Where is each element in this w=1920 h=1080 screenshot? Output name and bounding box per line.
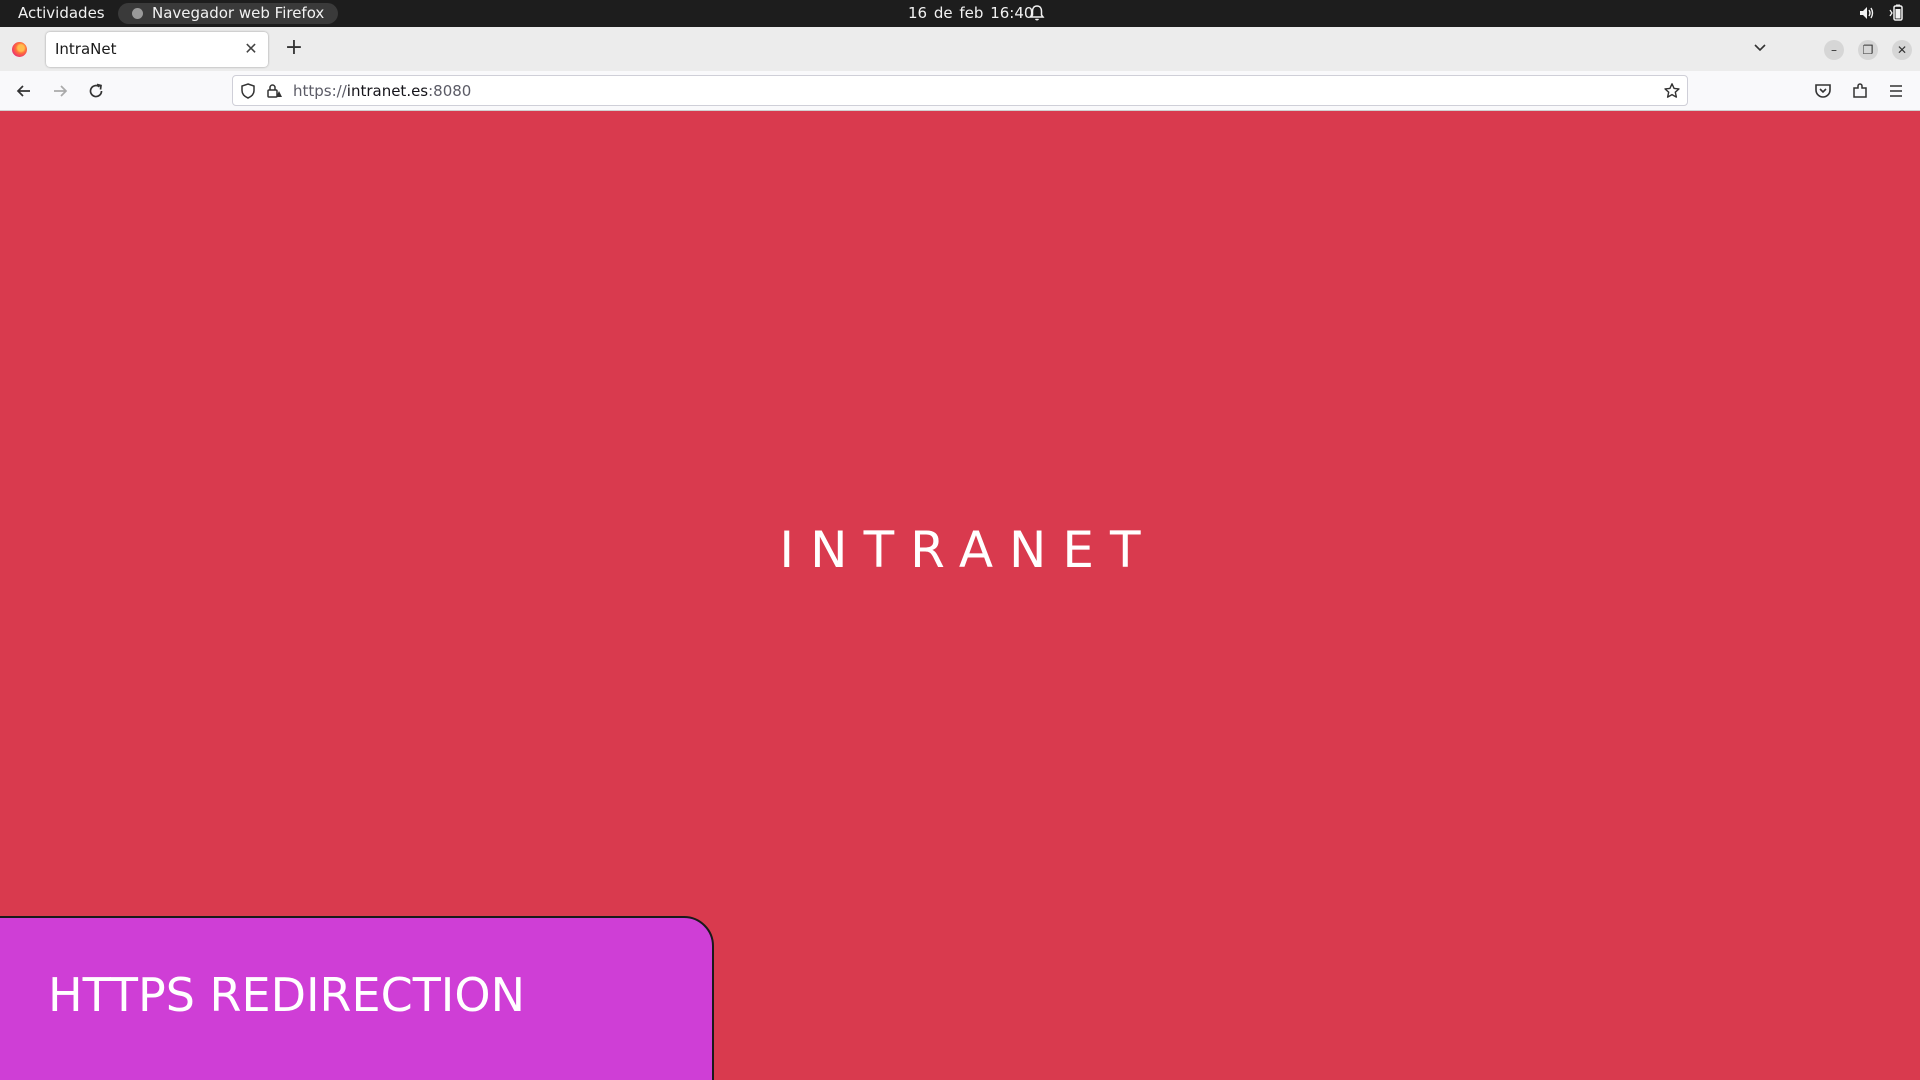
clock-date: 16 de feb — [908, 4, 984, 22]
clock[interactable]: 16 de feb 16:40 — [908, 4, 1033, 22]
tab-strip: IntraNet ✕ + – ❐ ✕ — [0, 27, 1920, 71]
app-menu-label: Navegador web Firefox — [152, 4, 325, 22]
pocket-icon[interactable] — [1813, 81, 1833, 101]
url-text: https://intranet.es:8080 — [293, 82, 471, 100]
extensions-puzzle-icon[interactable] — [1850, 81, 1870, 101]
firefox-mini-icon — [132, 8, 143, 19]
tracking-protection-shield-icon[interactable] — [239, 82, 257, 100]
new-tab-plus-icon[interactable]: + — [282, 37, 306, 61]
url-scheme: https:// — [293, 82, 347, 100]
notification-bell-icon[interactable] — [1029, 4, 1045, 22]
card-title: HTTPS REDIRECTION — [48, 968, 525, 1022]
lock-warning-icon[interactable] — [265, 82, 283, 100]
page-content: INTRANET HTTPS REDIRECTION — [0, 111, 1920, 1080]
hamburger-menu-icon[interactable] — [1886, 81, 1906, 101]
bookmark-star-icon[interactable] — [1663, 82, 1681, 100]
reload-icon[interactable] — [86, 81, 106, 101]
window-restore-icon[interactable]: ❐ — [1858, 40, 1878, 60]
url-port: :8080 — [428, 82, 472, 100]
window-close-icon[interactable]: ✕ — [1892, 40, 1912, 60]
volume-icon[interactable] — [1858, 5, 1874, 21]
activities-button[interactable]: Actividades — [18, 4, 105, 22]
back-arrow-icon[interactable] — [14, 81, 34, 101]
tab-intranet[interactable]: IntraNet ✕ — [46, 32, 268, 67]
hero-title: INTRANET — [779, 521, 1157, 579]
navigation-toolbar: https://intranet.es:8080 — [0, 71, 1920, 111]
system-top-bar: Actividades Navegador web Firefox 16 de … — [0, 0, 1920, 27]
list-all-tabs-chevron-down-icon[interactable] — [1750, 38, 1770, 58]
firefox-view-icon[interactable] — [12, 42, 27, 57]
window-minimize-icon[interactable]: – — [1824, 40, 1844, 60]
tab-title: IntraNet — [55, 40, 117, 58]
forward-arrow-icon[interactable] — [50, 81, 70, 101]
tab-close-icon[interactable]: ✕ — [242, 40, 260, 58]
battery-icon[interactable] — [1888, 4, 1906, 22]
url-bar[interactable]: https://intranet.es:8080 — [232, 75, 1688, 106]
url-host: intranet.es — [346, 82, 429, 100]
https-redirection-card[interactable]: HTTPS REDIRECTION — [0, 916, 714, 1080]
clock-time: 16:40 — [990, 4, 1034, 22]
app-menu-button[interactable]: Navegador web Firefox — [118, 3, 339, 24]
